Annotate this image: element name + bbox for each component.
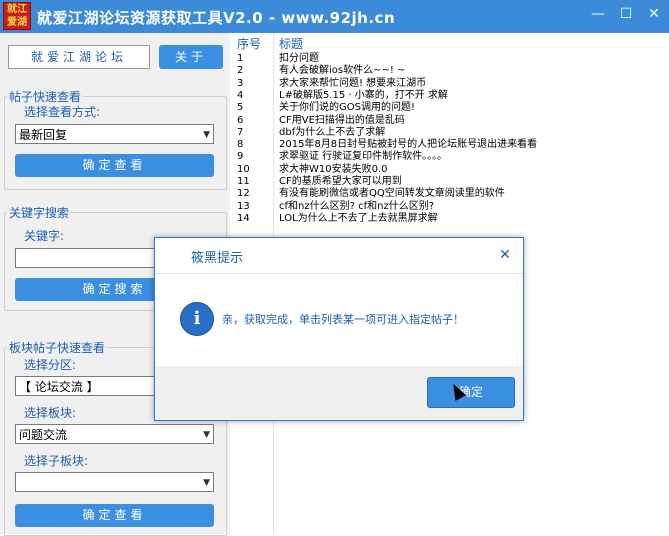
chevron-down-icon: ▼ <box>203 478 210 488</box>
table-row[interactable]: 3 求大家来帮忙问题! 想要来江湖币 <box>230 78 669 89</box>
row-number: 4 <box>237 89 244 101</box>
row-number: 13 <box>237 200 250 212</box>
info-icon: i <box>180 302 214 336</box>
dialog-body: i 亲，获取完成，单击列表某一项可进入指定帖子！ <box>155 274 523 366</box>
area-label: 选择分区: <box>24 358 77 372</box>
table-row[interactable]: 12 有没有能刷微信或者QQ空间转发文章阅读里的软件 <box>230 188 669 199</box>
row-title: 有人会破解ios软件么~~! ~ <box>279 65 406 77</box>
row-title: dbf为什么上不去了求解 <box>279 126 386 138</box>
table-row[interactable]: 10 求大神W10安装失败0.0 <box>230 164 669 175</box>
table-row[interactable]: 2 有人会破解ios软件么~~! ~ <box>230 65 669 76</box>
row-number: 14 <box>237 212 250 224</box>
row-number: 10 <box>237 163 250 175</box>
column-header-no[interactable]: 序号 <box>237 35 261 52</box>
row-title: CF的基质希望大家可以用到 <box>279 176 402 187</box>
table-row[interactable]: 8 2015年8月8日封号贴被封号的人把论坛账号退出进来看看 <box>230 139 669 150</box>
row-number: 11 <box>237 176 250 187</box>
view-mode-select[interactable]: 最新回复 ▼ <box>15 124 214 144</box>
table-row[interactable]: 14 LOL为什么上不去了上去就黑屏求解 <box>230 213 669 224</box>
table-row[interactable]: 13 cf和nz什么区别? cf和nz什么区别? <box>230 201 669 212</box>
close-button[interactable]: ✕ <box>640 3 668 25</box>
area-value: 【 论坛交流 】 <box>19 380 99 394</box>
row-title: 2015年8月8日封号贴被封号的人把论坛账号退出进来看看 <box>279 139 538 151</box>
board-select[interactable]: 问题交流 ▼ <box>15 424 214 444</box>
row-title: CF用VE扫描得出的值是乱码 <box>279 114 405 126</box>
row-number: 8 <box>237 139 244 151</box>
board-label: 选择板块: <box>24 406 77 420</box>
row-title: L#破解版5.15 · 小寨的，打不开 求解 <box>279 89 448 101</box>
row-title: LOL为什么上不去了上去就黑屏求解 <box>279 212 438 224</box>
about-button[interactable]: 关于 <box>159 45 223 69</box>
table-row[interactable]: 4 L#破解版5.15 · 小寨的，打不开 求解 <box>230 90 669 101</box>
chevron-down-icon: ▼ <box>203 430 210 440</box>
table-row[interactable]: 5 关于你们说的GOS调用的问题! <box>230 102 669 113</box>
column-header-title[interactable]: 标题 <box>279 35 303 52</box>
dialog-close-button[interactable]: ✕ <box>495 246 515 264</box>
dialog-message: 亲，获取完成，单击列表某一项可进入指定帖子！ <box>222 313 464 326</box>
minimize-button[interactable]: — <box>584 3 612 25</box>
title-bar: 就江 爱湖 就爱江湖论坛资源获取工具V2.0 - www.92jh.cn — ☐… <box>0 0 669 33</box>
logo-line-2: 爱湖 <box>7 17 27 28</box>
row-number: 2 <box>237 65 244 77</box>
row-title: 求翠驱证 行驶证复印件制作软件。。。。 <box>279 151 448 163</box>
restore-button[interactable]: ☐ <box>612 3 640 25</box>
row-number: 7 <box>237 126 244 138</box>
app-logo-icon: 就江 爱湖 <box>3 2 31 30</box>
row-title: 求大神W10安装失败0.0 <box>279 163 388 175</box>
view-mode-label: 选择查看方式: <box>24 105 101 119</box>
dialog-title: 筱黑提示 <box>191 251 244 266</box>
view-mode-value: 最新回复 <box>19 128 68 142</box>
dialog-ok-button[interactable]: 确定 <box>427 377 515 408</box>
row-title: 有没有能刷微信或者QQ空间转发文章阅读里的软件 <box>279 188 505 200</box>
board-value: 问题交流 <box>19 428 68 442</box>
subboard-label: 选择子板块: <box>24 454 89 468</box>
keyword-label: 关键字: <box>24 229 65 243</box>
dialog-header: 筱黑提示 ✕ <box>155 238 523 274</box>
table-row[interactable]: 6 CF用VE扫描得出的值是乱码 <box>230 115 669 126</box>
row-number: 3 <box>237 77 244 89</box>
info-dialog: 筱黑提示 ✕ i 亲，获取完成，单击列表某一项可进入指定帖子！ 确定 <box>154 237 524 421</box>
row-title: 扣分问题 <box>279 53 319 64</box>
quick-view-confirm-button[interactable]: 确定查看 <box>15 154 214 177</box>
subboard-select[interactable]: ▼ <box>15 472 214 492</box>
table-row[interactable]: 11 CF的基质希望大家可以用到 <box>230 176 669 187</box>
row-title: 求大家来帮忙问题! 想要来江湖币 <box>279 77 427 89</box>
row-title: cf和nz什么区别? cf和nz什么区别? <box>279 200 435 212</box>
window-title: 就爱江湖论坛资源获取工具V2.0 - www.92jh.cn <box>37 9 396 27</box>
board-quick-confirm-button[interactable]: 确定查看 <box>15 504 214 527</box>
row-number: 5 <box>237 102 244 114</box>
logo-line-1: 就江 <box>7 4 27 15</box>
row-number: 6 <box>237 114 244 126</box>
table-row[interactable]: 1 扣分问题 <box>230 53 669 64</box>
row-number: 9 <box>237 151 244 163</box>
table-row[interactable]: 7 dbf为什么上不去了求解 <box>230 127 669 138</box>
row-title: 关于你们说的GOS调用的问题! <box>279 102 415 114</box>
board-name-box: 就爱江湖论坛 <box>8 45 150 69</box>
chevron-down-icon: ▼ <box>203 130 210 140</box>
board-quick-legend: 板块帖子快速查看 <box>9 341 106 355</box>
row-number: 1 <box>237 53 244 64</box>
row-number: 12 <box>237 188 250 200</box>
keyword-search-legend: 关键字搜索 <box>9 206 70 220</box>
table-row[interactable]: 9 求翠驱证 行驶证复印件制作软件。。。。 <box>230 151 669 162</box>
